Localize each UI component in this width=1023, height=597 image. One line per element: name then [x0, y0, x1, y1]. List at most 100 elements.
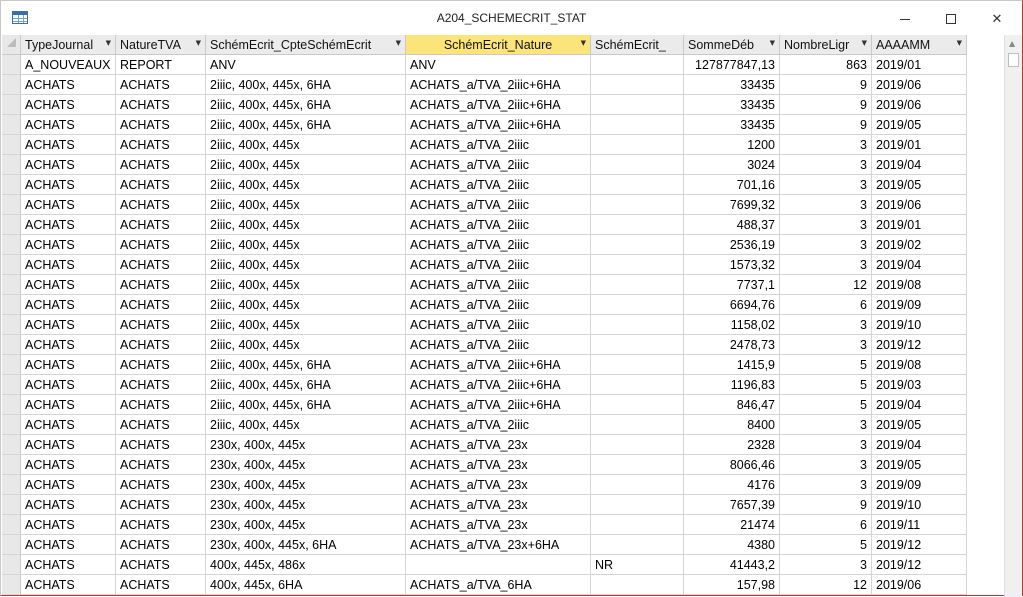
cell-schemecrit-extra[interactable]	[591, 515, 684, 535]
table-row[interactable]: ACHATSACHATS400x, 445x, 6HAACHATS_a/TVA_…	[2, 575, 967, 595]
table-row[interactable]: ACHATSACHATS2iiic, 400x, 445x, 6HAACHATS…	[2, 355, 967, 375]
cell-schemecrit-extra[interactable]	[591, 195, 684, 215]
cell-schemecrit-extra[interactable]	[591, 335, 684, 355]
cell-somme-deb[interactable]: 488,37	[684, 215, 780, 235]
cell-schemecrit-cpte[interactable]: 2iiic, 400x, 445x, 6HA	[206, 115, 406, 135]
cell-schemecrit-extra[interactable]	[591, 75, 684, 95]
cell-type-journal[interactable]: ACHATS	[21, 375, 116, 395]
cell-schemecrit-nature[interactable]: ACHATS_a/TVA_23x	[406, 455, 591, 475]
cell-type-journal[interactable]: ACHATS	[21, 275, 116, 295]
cell-aaaamm[interactable]: 2019/05	[872, 415, 967, 435]
row-selector[interactable]	[2, 295, 21, 315]
cell-somme-deb[interactable]: 7657,39	[684, 495, 780, 515]
row-selector[interactable]	[2, 535, 21, 555]
cell-nombre-lignes[interactable]: 3	[780, 175, 872, 195]
cell-nombre-lignes[interactable]: 863	[780, 55, 872, 75]
cell-aaaamm[interactable]: 2019/04	[872, 255, 967, 275]
cell-schemecrit-nature[interactable]: ACHATS_a/TVA_23x	[406, 435, 591, 455]
cell-type-journal[interactable]: ACHATS	[21, 475, 116, 495]
cell-type-journal[interactable]: ACHATS	[21, 195, 116, 215]
cell-schemecrit-extra[interactable]	[591, 55, 684, 75]
cell-schemecrit-nature[interactable]: ACHATS_a/TVA_2iiic+6HA	[406, 95, 591, 115]
cell-nature-tva[interactable]: ACHATS	[116, 195, 206, 215]
cell-schemecrit-nature[interactable]: ACHATS_a/TVA_2iiic+6HA	[406, 115, 591, 135]
cell-nombre-lignes[interactable]: 3	[780, 455, 872, 475]
cell-type-journal[interactable]: ACHATS	[21, 135, 116, 155]
cell-schemecrit-nature[interactable]: ACHATS_a/TVA_2iiic	[406, 315, 591, 335]
cell-schemecrit-nature[interactable]: ACHATS_a/TVA_2iiic	[406, 235, 591, 255]
table-row[interactable]: ACHATSACHATS2iiic, 400x, 445xACHATS_a/TV…	[2, 135, 967, 155]
cell-schemecrit-cpte[interactable]: 2iiic, 400x, 445x, 6HA	[206, 395, 406, 415]
table-row[interactable]: ACHATSACHATS2iiic, 400x, 445xACHATS_a/TV…	[2, 215, 967, 235]
cell-nombre-lignes[interactable]: 9	[780, 115, 872, 135]
cell-schemecrit-cpte[interactable]: 2iiic, 400x, 445x	[206, 315, 406, 335]
cell-aaaamm[interactable]: 2019/12	[872, 555, 967, 575]
cell-schemecrit-cpte[interactable]: 2iiic, 400x, 445x	[206, 335, 406, 355]
cell-schemecrit-cpte[interactable]: 2iiic, 400x, 445x, 6HA	[206, 375, 406, 395]
cell-type-journal[interactable]: ACHATS	[21, 515, 116, 535]
close-button[interactable]: ✕	[974, 5, 1020, 33]
cell-schemecrit-cpte[interactable]: 2iiic, 400x, 445x, 6HA	[206, 75, 406, 95]
table-row[interactable]: ACHATSACHATS230x, 400x, 445xACHATS_a/TVA…	[2, 455, 967, 475]
cell-schemecrit-nature[interactable]: ACHATS_a/TVA_2iiic	[406, 155, 591, 175]
select-all-corner[interactable]	[2, 35, 21, 55]
table-row[interactable]: ACHATSACHATS400x, 445x, 486xNR41443,2320…	[2, 555, 967, 575]
cell-aaaamm[interactable]: 2019/06	[872, 95, 967, 115]
cell-schemecrit-cpte[interactable]: 2iiic, 400x, 445x	[206, 275, 406, 295]
cell-nature-tva[interactable]: REPORT	[116, 55, 206, 75]
cell-schemecrit-cpte[interactable]: 2iiic, 400x, 445x, 6HA	[206, 355, 406, 375]
row-selector[interactable]	[2, 495, 21, 515]
cell-schemecrit-extra[interactable]	[591, 495, 684, 515]
cell-aaaamm[interactable]: 2019/01	[872, 55, 967, 75]
cell-aaaamm[interactable]: 2019/02	[872, 235, 967, 255]
row-selector[interactable]	[2, 475, 21, 495]
cell-somme-deb[interactable]: 7699,32	[684, 195, 780, 215]
table-row[interactable]: ACHATSACHATS2iiic, 400x, 445x, 6HAACHATS…	[2, 115, 967, 135]
cell-nature-tva[interactable]: ACHATS	[116, 575, 206, 595]
cell-schemecrit-cpte[interactable]: 2iiic, 400x, 445x, 6HA	[206, 95, 406, 115]
cell-schemecrit-nature[interactable]: ACHATS_a/TVA_2iiic+6HA	[406, 375, 591, 395]
cell-aaaamm[interactable]: 2019/05	[872, 175, 967, 195]
cell-aaaamm[interactable]: 2019/06	[872, 75, 967, 95]
cell-schemecrit-nature[interactable]: ACHATS_a/TVA_2iiic	[406, 255, 591, 275]
table-row[interactable]: ACHATSACHATS230x, 400x, 445x, 6HAACHATS_…	[2, 535, 967, 555]
row-selector[interactable]	[2, 575, 21, 595]
cell-type-journal[interactable]: ACHATS	[21, 395, 116, 415]
cell-nature-tva[interactable]: ACHATS	[116, 75, 206, 95]
column-header-nombre-lignes[interactable]: NombreLigr▼	[780, 35, 872, 55]
cell-aaaamm[interactable]: 2019/04	[872, 395, 967, 415]
cell-somme-deb[interactable]: 1415,9	[684, 355, 780, 375]
cell-type-journal[interactable]: ACHATS	[21, 155, 116, 175]
cell-type-journal[interactable]: ACHATS	[21, 415, 116, 435]
row-selector[interactable]	[2, 275, 21, 295]
table-row[interactable]: ACHATSACHATS2iiic, 400x, 445xACHATS_a/TV…	[2, 155, 967, 175]
cell-nature-tva[interactable]: ACHATS	[116, 475, 206, 495]
table-row[interactable]: A_NOUVEAUXREPORTANVANV127877847,13863201…	[2, 55, 967, 75]
cell-nombre-lignes[interactable]: 3	[780, 475, 872, 495]
cell-somme-deb[interactable]: 3024	[684, 155, 780, 175]
cell-nombre-lignes[interactable]: 3	[780, 155, 872, 175]
cell-somme-deb[interactable]: 846,47	[684, 395, 780, 415]
row-selector[interactable]	[2, 95, 21, 115]
cell-schemecrit-nature[interactable]: ACHATS_a/TVA_2iiic	[406, 275, 591, 295]
table-row[interactable]: ACHATSACHATS230x, 400x, 445xACHATS_a/TVA…	[2, 435, 967, 455]
cell-schemecrit-extra[interactable]	[591, 455, 684, 475]
cell-schemecrit-cpte[interactable]: 230x, 400x, 445x	[206, 475, 406, 495]
cell-nature-tva[interactable]: ACHATS	[116, 295, 206, 315]
cell-schemecrit-extra[interactable]	[591, 255, 684, 275]
row-selector[interactable]	[2, 55, 21, 75]
row-selector[interactable]	[2, 235, 21, 255]
cell-type-journal[interactable]: ACHATS	[21, 495, 116, 515]
cell-schemecrit-nature[interactable]: ACHATS_a/TVA_2iiic	[406, 195, 591, 215]
row-selector[interactable]	[2, 75, 21, 95]
cell-schemecrit-nature[interactable]: ACHATS_a/TVA_23x	[406, 475, 591, 495]
row-selector[interactable]	[2, 215, 21, 235]
table-row[interactable]: ACHATSACHATS2iiic, 400x, 445xACHATS_a/TV…	[2, 235, 967, 255]
cell-nature-tva[interactable]: ACHATS	[116, 275, 206, 295]
cell-aaaamm[interactable]: 2019/01	[872, 135, 967, 155]
row-selector[interactable]	[2, 415, 21, 435]
cell-nature-tva[interactable]: ACHATS	[116, 395, 206, 415]
cell-schemecrit-cpte[interactable]: 400x, 445x, 486x	[206, 555, 406, 575]
cell-nature-tva[interactable]: ACHATS	[116, 235, 206, 255]
table-row[interactable]: ACHATSACHATS2iiic, 400x, 445xACHATS_a/TV…	[2, 275, 967, 295]
